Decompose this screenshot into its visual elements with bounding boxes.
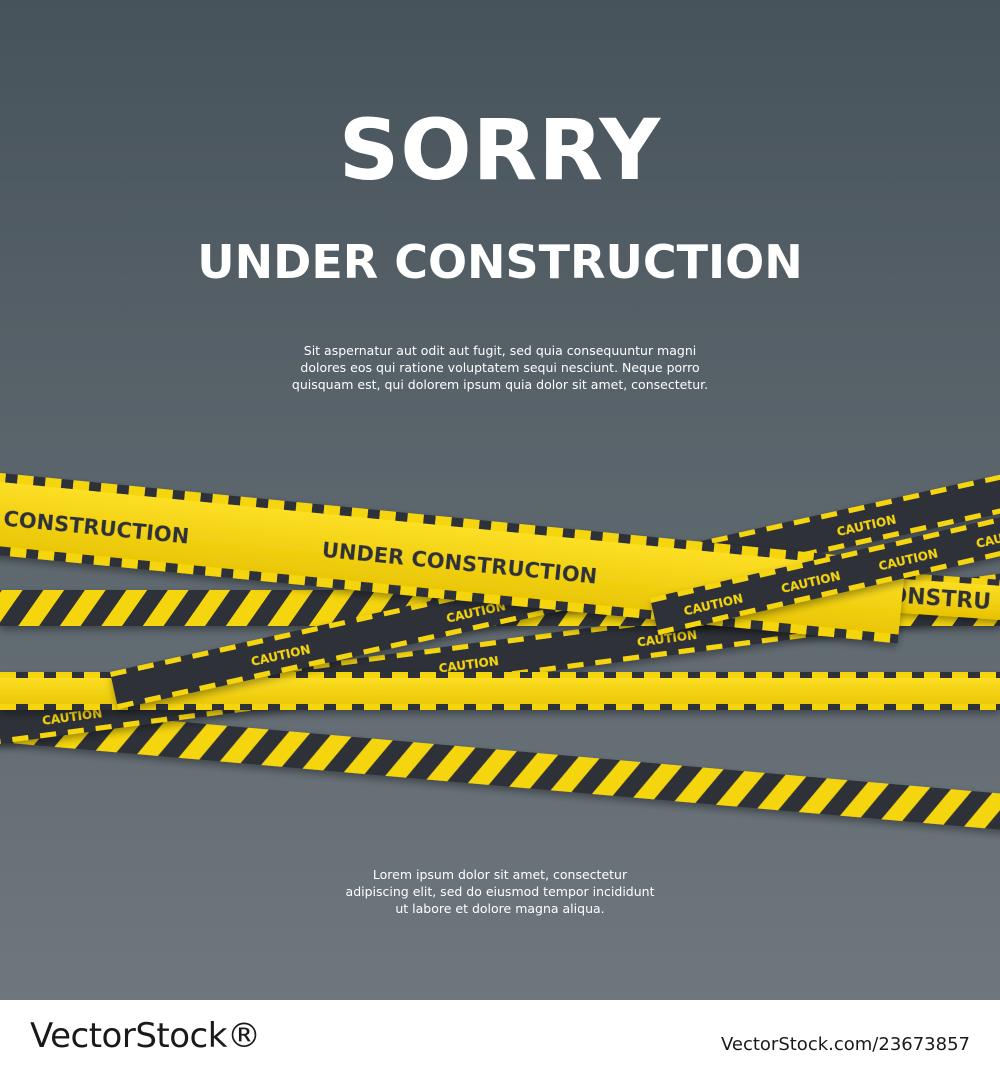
outro-line: ut labore et dolore magna aliqua. — [395, 901, 605, 916]
watermark-bar: VectorStock® VectorStock.com/23673857 — [0, 1000, 1000, 1080]
outro-paragraph: Lorem ipsum dolor sit amet, consectetur … — [0, 866, 1000, 917]
watermark-brand: VectorStock® — [30, 1016, 261, 1056]
under-construction-poster: SORRY UNDER CONSTRUCTION Sit aspernatur … — [0, 0, 1000, 1000]
caution-tapes: CAUTION CAUTION CAUTION CAUTION CAUTION … — [0, 433, 1000, 843]
outro-line: Lorem ipsum dolor sit amet, consectetur — [372, 867, 628, 882]
watermark-image-id: VectorStock.com/23673857 — [720, 1034, 970, 1055]
outro-line: adipiscing elit, sed do eiusmod tempor i… — [345, 884, 655, 899]
